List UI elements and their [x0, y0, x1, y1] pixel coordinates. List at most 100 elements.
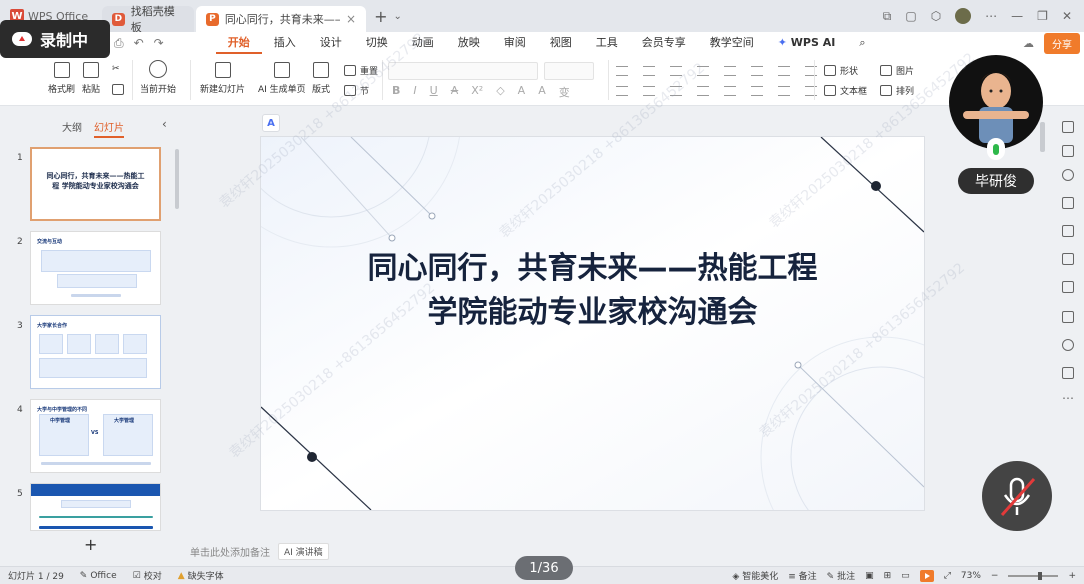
align-center-icon[interactable] [643, 86, 655, 96]
settings-icon[interactable] [1062, 145, 1074, 157]
font-size-select[interactable] [544, 62, 594, 80]
textbox-button[interactable]: 文本框 [824, 84, 867, 97]
menu-vip[interactable]: 会员专享 [630, 32, 698, 54]
collapse-panel-icon[interactable]: ‹ [162, 117, 167, 131]
section-button[interactable]: 节 [344, 84, 369, 97]
mute-button[interactable] [982, 461, 1052, 531]
bold-icon[interactable]: B [392, 84, 400, 100]
tab-document[interactable]: P 同心同行，共育未来——热能工程 × [196, 6, 367, 32]
new-slide-button[interactable]: 新建幻灯片 [200, 62, 245, 95]
menu-view[interactable]: 视图 [538, 32, 584, 54]
slideshow-play-button[interactable] [919, 569, 934, 582]
smart-beautify-button[interactable]: ◈ 智能美化 [732, 569, 778, 582]
reading-view-icon[interactable]: ▭ [901, 571, 910, 581]
properties-icon[interactable] [1062, 121, 1074, 133]
book-icon[interactable] [1062, 311, 1074, 323]
justify-icon[interactable] [697, 86, 709, 96]
star-icon[interactable] [1062, 169, 1074, 181]
minimize-icon[interactable]: — [1011, 9, 1023, 23]
clear-format-icon[interactable]: ◇ [496, 84, 504, 100]
menu-teaching[interactable]: 教学空间 [698, 32, 766, 54]
arrange-button[interactable]: 排列 [880, 84, 914, 97]
font-color-icon[interactable]: A [518, 84, 526, 100]
start-from-current-button[interactable]: 当前开始 [140, 60, 176, 95]
slide-thumb-2[interactable]: 交流与互动 [30, 231, 161, 305]
menu-home[interactable]: 开始 [215, 32, 262, 54]
copy-button[interactable] [112, 84, 124, 95]
current-slide[interactable]: 同心同行，共育未来——热能工程 学院能动专业家校沟通会 [261, 137, 924, 510]
help-icon[interactable] [1062, 339, 1074, 351]
tab-outline[interactable]: 大纲 [62, 119, 82, 138]
columns-icon[interactable] [805, 66, 817, 76]
indent-decrease-icon[interactable] [670, 66, 682, 76]
menu-slideshow[interactable]: 放映 [446, 32, 492, 54]
fit-icon[interactable]: ⤢ [944, 571, 951, 581]
restore-icon[interactable]: ❐ [1037, 9, 1048, 23]
menu-review[interactable]: 审阅 [492, 32, 538, 54]
slide-thumb-5[interactable] [30, 483, 161, 531]
valign-bottom-icon[interactable] [805, 86, 817, 96]
panel-scrollbar[interactable] [175, 149, 179, 209]
menu-insert[interactable]: 插入 [262, 32, 308, 54]
convert-icon[interactable] [778, 66, 790, 76]
valign-middle-icon[interactable] [778, 86, 790, 96]
valign-top-icon[interactable] [751, 86, 763, 96]
proofread-button[interactable]: ☑ 校对 [125, 569, 170, 583]
format-painter-button[interactable]: 格式刷 [48, 62, 75, 95]
italic-icon[interactable]: I [413, 84, 416, 100]
mic-active-icon[interactable] [987, 138, 1005, 160]
number-list-icon[interactable] [643, 66, 655, 76]
notes-placeholder[interactable]: 单击此处添加备注 [190, 544, 270, 559]
more-tools-icon[interactable]: ⋯ [1062, 391, 1074, 405]
zoom-out-icon[interactable]: − [991, 571, 999, 581]
tab-template[interactable]: D 找稻壳模板 [102, 5, 195, 34]
share-button[interactable]: 分享 [1044, 32, 1080, 54]
cube-icon[interactable]: ⬡ [931, 9, 941, 23]
normal-view-icon[interactable]: ▣ [865, 571, 874, 581]
image-icon[interactable] [1062, 281, 1074, 293]
window-icon[interactable]: ▢ [905, 9, 916, 23]
align-right-icon[interactable] [670, 86, 682, 96]
font-family-select[interactable] [388, 62, 538, 80]
missing-font-button[interactable]: ▲ 缺失字体 [170, 569, 232, 583]
office-theme[interactable]: ✎ Office [72, 571, 125, 581]
char-spacing-icon[interactable]: A [538, 84, 546, 100]
comment-icon[interactable] [1062, 367, 1074, 379]
slide-title[interactable]: 同心同行，共育未来——热能工程 学院能动专业家校沟通会 [261, 247, 924, 335]
line-spacing-icon[interactable] [724, 66, 736, 76]
indent-increase-icon[interactable] [697, 66, 709, 76]
ai-single-page-button[interactable]: AI 生成单页 [258, 62, 306, 95]
slide-thumb-1[interactable]: 同心同行，共育未来——热能工程 学院能动专业家校沟通会 [30, 147, 161, 221]
cut-button[interactable]: ✂ [112, 64, 120, 74]
text-direction-icon[interactable] [751, 66, 763, 76]
align-left-icon[interactable] [616, 86, 628, 96]
slide-thumb-4[interactable]: 大学与中学管理的不同 中学管理 VS 大学管理 [30, 399, 161, 473]
new-tab-button[interactable]: + [374, 7, 387, 26]
ai-notes-button[interactable]: AI 演讲稿 [278, 542, 329, 560]
layout-button[interactable]: 版式 [312, 62, 330, 95]
tab-list-chevron-icon[interactable]: ⌄ [394, 11, 402, 22]
save-icon[interactable]: ⎙ [114, 36, 124, 51]
comments-button[interactable]: ✎ 批注 [827, 569, 855, 582]
slide-thumb-3[interactable]: 大学家长合作 [30, 315, 161, 389]
strike-icon[interactable]: A [451, 84, 459, 100]
recording-badge[interactable]: 录制中 [0, 20, 110, 58]
user-avatar[interactable] [955, 8, 972, 24]
shape-button[interactable]: 形状 [824, 64, 858, 77]
notes-bar[interactable]: 单击此处添加备注 AI 演讲稿 [184, 541, 1044, 561]
paste-button[interactable]: 粘贴 [82, 62, 100, 95]
notes-toggle-button[interactable]: ≡ 备注 [788, 569, 816, 582]
copy-style-icon[interactable] [1062, 197, 1074, 209]
close-window-icon[interactable]: ✕ [1062, 9, 1072, 23]
zoom-level[interactable]: 73% [961, 571, 981, 581]
menu-design[interactable]: 设计 [308, 32, 354, 54]
tools-icon[interactable] [1062, 225, 1074, 237]
tab-slides[interactable]: 幻灯片 [94, 119, 124, 138]
search-icon[interactable]: ⌕ [847, 32, 877, 54]
more-icon[interactable]: ⋯ [985, 9, 997, 23]
menu-transition[interactable]: 切换 [354, 32, 400, 54]
picture-button[interactable]: 图片 [880, 64, 914, 77]
add-slide-button[interactable]: + [84, 535, 97, 554]
menu-wps-ai[interactable]: ✦ WPS AI [766, 32, 848, 54]
menu-animation[interactable]: 动画 [400, 32, 446, 54]
